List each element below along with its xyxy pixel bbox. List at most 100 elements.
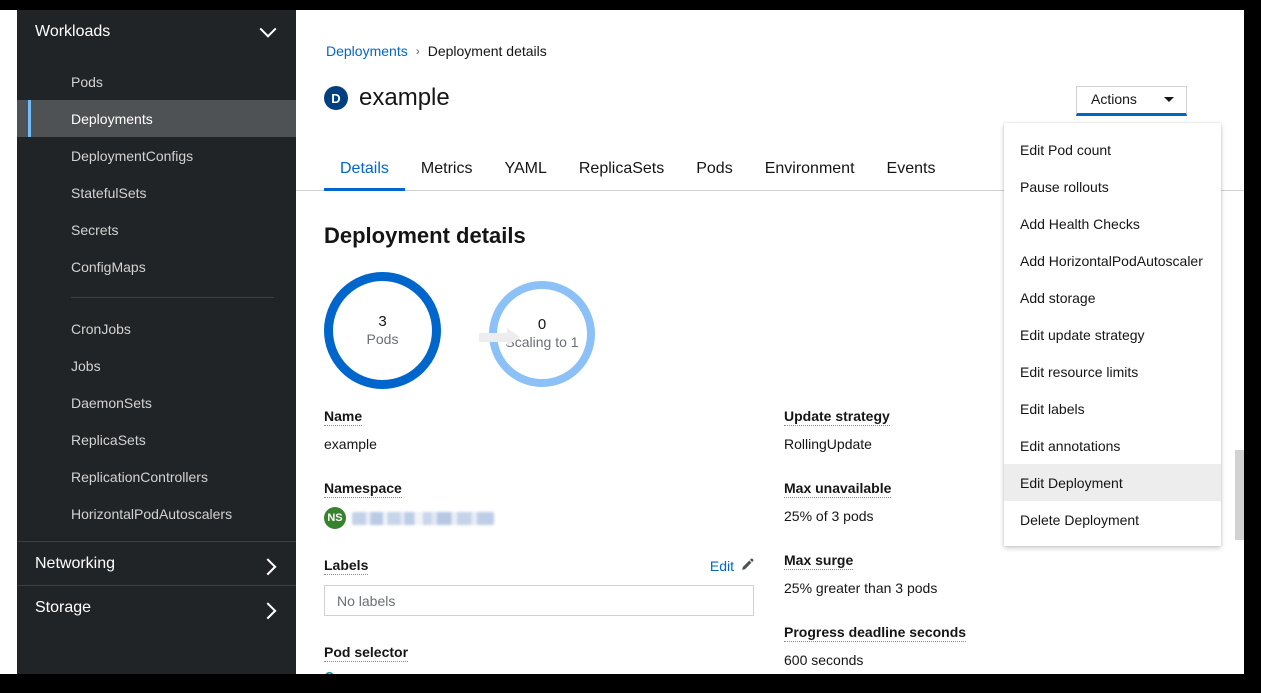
tab-label: ReplicaSets: [578, 160, 665, 177]
namespace-badge-icon: NS: [324, 507, 346, 529]
tab-label: Events: [886, 160, 936, 177]
menu-item-edit-pod-count[interactable]: Edit Pod count: [1004, 131, 1221, 168]
tab-label: Details: [340, 160, 389, 177]
menu-item-add-storage[interactable]: Add storage: [1004, 279, 1221, 316]
sidebar-item-label: Jobs: [71, 357, 101, 374]
menu-item-label: Edit update strategy: [1020, 326, 1145, 343]
field-value: 25% greater than 3 pods: [784, 580, 938, 596]
tab-environment[interactable]: Environment: [749, 148, 871, 190]
sidebar-item-pods[interactable]: Pods: [17, 63, 296, 100]
sidebar-item-label: StatefulSets: [71, 184, 147, 201]
field-value: 600 seconds: [784, 652, 864, 668]
field-labels: Labels Edit No labels: [324, 557, 754, 616]
menu-item-label: Add HorizontalPodAutoscaler: [1020, 252, 1203, 269]
sidebar-item-replicationcontrollers[interactable]: ReplicationControllers: [17, 458, 296, 495]
sidebar-item-label: ConfigMaps: [71, 258, 146, 275]
actions-button[interactable]: Actions: [1076, 86, 1187, 116]
field-namespace: Namespace NS: [324, 480, 754, 529]
menu-item-pause-rollouts[interactable]: Pause rollouts: [1004, 168, 1221, 205]
sidebar-item-secrets[interactable]: Secrets: [17, 211, 296, 248]
field-label: Max unavailable: [784, 480, 892, 498]
content-scrollbar[interactable]: [1235, 450, 1244, 540]
sidebar-item-label: Secrets: [71, 221, 119, 238]
pod-scaling-visual: 3 Pods 0 Scaling to 1: [324, 272, 595, 389]
scaling-arrow-icon: [479, 328, 523, 346]
labels-empty-text: No labels: [337, 592, 396, 609]
tab-label: Environment: [764, 160, 855, 177]
sidebar-section-storage[interactable]: Storage: [17, 585, 296, 629]
sidebar-item-label: HorizontalPodAutoscalers: [71, 505, 233, 522]
sidebar-item-deployments[interactable]: Deployments: [17, 100, 296, 137]
field-pod-selector: Pod selector app=httpd: [324, 644, 754, 674]
menu-item-label: Edit Deployment: [1020, 474, 1123, 491]
menu-item-label: Add Health Checks: [1020, 215, 1140, 232]
sidebar-item-label: DaemonSets: [71, 394, 152, 411]
tab-details[interactable]: Details: [324, 148, 405, 191]
sidebar-section-networking[interactable]: Networking: [17, 541, 296, 585]
sidebar-item-cronjobs[interactable]: CronJobs: [17, 310, 296, 347]
sidebar-item-jobs[interactable]: Jobs: [17, 347, 296, 384]
menu-item-label: Edit resource limits: [1020, 363, 1139, 380]
namespace-value-row[interactable]: NS: [324, 507, 754, 529]
tab-replicasets[interactable]: ReplicaSets: [563, 148, 680, 190]
tab-yaml[interactable]: YAML: [488, 148, 562, 190]
sidebar-item-label: ReplicaSets: [71, 431, 146, 448]
menu-item-delete-deployment[interactable]: Delete Deployment: [1004, 501, 1221, 538]
menu-item-edit-labels[interactable]: Edit labels: [1004, 390, 1221, 427]
breadcrumb-link-deployments[interactable]: Deployments: [326, 43, 408, 59]
field-namespace-label: Namespace: [324, 480, 402, 498]
field-label: Max surge: [784, 552, 854, 570]
field-progress-deadline-seconds: Progress deadline seconds 600 seconds: [784, 624, 1084, 668]
sidebar-item-statefulsets[interactable]: StatefulSets: [17, 174, 296, 211]
actions-button-label: Actions: [1091, 91, 1137, 107]
sidebar-item-daemonsets[interactable]: DaemonSets: [17, 384, 296, 421]
tab-label: Pods: [696, 160, 733, 177]
menu-item-edit-resource-limits[interactable]: Edit resource limits: [1004, 353, 1221, 390]
breadcrumb-current: Deployment details: [427, 43, 547, 59]
tab-label: YAML: [504, 160, 547, 177]
sidebar-section-label: Storage: [35, 598, 92, 616]
tab-label: Metrics: [420, 160, 473, 177]
section-title: Deployment details: [324, 223, 526, 248]
sidebar-divider: [71, 297, 274, 298]
labels-empty-box[interactable]: No labels: [324, 585, 754, 616]
sidebar-section-label: Workloads: [35, 23, 111, 40]
sidebar-item-deploymentconfigs[interactable]: DeploymentConfigs: [17, 137, 296, 174]
field-pod-selector-label: Pod selector: [324, 644, 409, 662]
sidebar-item-label: Deployments: [71, 110, 153, 127]
sidebar-section-workloads[interactable]: Workloads: [17, 10, 296, 54]
menu-item-label: Edit labels: [1020, 400, 1085, 417]
tab-events[interactable]: Events: [871, 148, 952, 190]
deployment-badge-icon: D: [324, 86, 348, 110]
current-pods-donut[interactable]: 3 Pods: [324, 272, 441, 389]
sidebar-navigation: Workloads Pods Deployments DeploymentConfig…: [17, 10, 296, 674]
edit-labels-label: Edit: [709, 558, 734, 574]
pod-selector-value-row[interactable]: app=httpd: [324, 671, 754, 674]
menu-item-add-health-checks[interactable]: Add Health Checks: [1004, 205, 1221, 242]
sidebar-item-configmaps[interactable]: ConfigMaps: [17, 248, 296, 285]
field-name-value: example: [324, 436, 377, 452]
menu-item-add-horizontalpodautoscaler[interactable]: Add HorizontalPodAutoscaler: [1004, 242, 1221, 279]
pencil-icon: [740, 558, 754, 575]
menu-item-edit-annotations[interactable]: Edit annotations: [1004, 427, 1221, 464]
app-window: Workloads Pods Deployments DeploymentConfig…: [0, 10, 1244, 674]
field-name: Name example: [324, 408, 754, 452]
sidebar-item-label: CronJobs: [71, 320, 131, 337]
chevron-down-icon: [259, 20, 277, 38]
menu-item-label: Delete Deployment: [1020, 511, 1140, 528]
sidebar-item-horizontalpodautoscalers[interactable]: HorizontalPodAutoscalers: [17, 495, 296, 532]
field-label: Update strategy: [784, 408, 890, 426]
edit-labels-link[interactable]: Edit: [710, 558, 754, 575]
sidebar-item-replicasets[interactable]: ReplicaSets: [17, 421, 296, 458]
target-pods-count: 0: [537, 316, 547, 334]
menu-item-label: Add storage: [1020, 289, 1096, 306]
menu-item-label: Edit annotations: [1020, 437, 1121, 454]
tab-pods[interactable]: Pods: [680, 148, 748, 190]
pod-selector-value[interactable]: app=httpd: [343, 672, 406, 674]
menu-item-edit-update-strategy[interactable]: Edit update strategy: [1004, 316, 1221, 353]
field-labels-label: Labels: [324, 557, 369, 575]
search-icon: [324, 671, 337, 674]
tab-metrics[interactable]: Metrics: [405, 148, 489, 190]
menu-item-edit-deployment[interactable]: Edit Deployment: [1004, 464, 1221, 501]
